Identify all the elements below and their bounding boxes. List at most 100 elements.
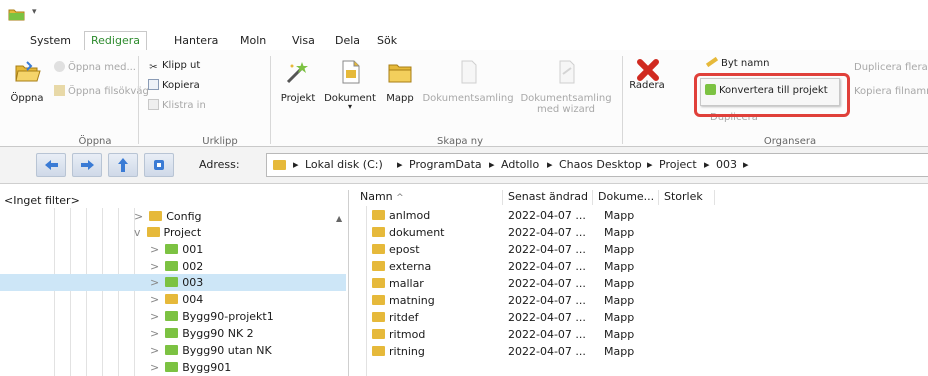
folder-app-icon[interactable]	[8, 6, 26, 22]
paste-button[interactable]: Klistra in	[148, 98, 206, 114]
open-path-button[interactable]: Öppna filsökväg	[54, 84, 149, 100]
crumb-project[interactable]: Project	[659, 158, 697, 171]
crumb-separator: ▸	[704, 158, 710, 171]
document-icon	[342, 60, 360, 84]
column-type[interactable]: Dokume...	[598, 190, 654, 203]
group-label-oppna: Öppna	[78, 136, 112, 147]
project-wand-icon	[286, 62, 308, 84]
column-modified[interactable]: Senast ändrad	[508, 190, 588, 203]
tree-item-bygg90-projekt1[interactable]: > Bygg90-projekt1	[150, 308, 274, 325]
project-folder-icon	[165, 311, 179, 321]
tree-item-config[interactable]: > Config	[134, 208, 202, 225]
copy-button[interactable]: Kopiera	[148, 78, 200, 94]
file-row[interactable]: externa 2022-04-07 ... Mapp	[352, 259, 712, 274]
file-row[interactable]: matning 2022-04-07 ... Mapp	[352, 293, 712, 308]
file-row[interactable]: mallar 2022-04-07 ... Mapp	[352, 276, 712, 291]
expander-icon[interactable]: >	[150, 293, 159, 306]
tab-redigera[interactable]: Redigera	[84, 31, 147, 51]
crumb-programdata[interactable]: ProgramData	[409, 158, 482, 171]
tree-item-bygg90-nk-2[interactable]: > Bygg90 NK 2	[150, 325, 254, 342]
tree-item-project[interactable]: v Project	[134, 224, 201, 241]
doc-wizard-label-1: Dokumentsamling	[520, 93, 612, 104]
file-row[interactable]: dokument 2022-04-07 ... Mapp	[352, 225, 712, 240]
crumb-separator: ▸	[743, 158, 749, 171]
expander-icon[interactable]: >	[150, 361, 159, 374]
project-folder-icon	[165, 277, 179, 287]
tree-guide	[54, 208, 55, 376]
new-folder-button[interactable]: Mapp	[382, 58, 418, 104]
expander-icon[interactable]: v	[134, 226, 141, 239]
open-folder-icon	[146, 227, 160, 237]
new-doc-collection-button[interactable]: Dokumentsamling	[422, 58, 514, 104]
tree-item-bygg90-utan-nk[interactable]: > Bygg90 utan NK	[150, 342, 272, 359]
tree-item-001[interactable]: >001	[150, 241, 203, 258]
tab-sok[interactable]: Sök	[377, 32, 397, 50]
project-folder-icon	[165, 261, 179, 271]
crumb-separator: ▸	[397, 158, 403, 171]
crumb-separator: ▸	[547, 158, 553, 171]
rename-button[interactable]: Byt namn	[705, 56, 769, 72]
file-row[interactable]: ritdef 2022-04-07 ... Mapp	[352, 310, 712, 325]
duplicate-multiple-button[interactable]: Duplicera flera	[854, 60, 928, 76]
new-document-button[interactable]: Dokument ▾	[322, 58, 378, 111]
crumb-lokal-disk[interactable]: Lokal disk (C:)	[305, 158, 383, 171]
column-size[interactable]: Storlek	[664, 190, 703, 203]
column-name[interactable]: Namn ^	[360, 190, 404, 203]
file-row[interactable]: anlmod 2022-04-07 ... Mapp	[352, 208, 712, 223]
expander-icon[interactable]: >	[150, 260, 159, 273]
document-dropdown-icon: ▾	[347, 102, 352, 111]
refresh-icon	[154, 160, 164, 170]
expander-icon[interactable]: >	[150, 276, 159, 289]
tab-visa[interactable]: Visa	[292, 32, 315, 50]
group-label-organsera: Organsera	[763, 136, 817, 147]
file-row[interactable]: epost 2022-04-07 ... Mapp	[352, 242, 712, 257]
expander-icon[interactable]: >	[150, 243, 159, 256]
folder-label: Mapp	[386, 93, 414, 104]
tree-filter[interactable]: <Inget filter>	[4, 192, 80, 209]
refresh-button[interactable]	[144, 153, 174, 177]
tree-item-002[interactable]: >002	[150, 258, 203, 275]
folder-icon	[149, 211, 163, 221]
pencil-icon	[705, 56, 719, 68]
tab-system[interactable]: System	[30, 32, 71, 50]
copy-filename-button[interactable]: Kopiera filnamn	[854, 84, 928, 100]
file-row[interactable]: ritning 2022-04-07 ... Mapp	[352, 344, 712, 359]
forward-button[interactable]	[72, 153, 102, 177]
tab-moln[interactable]: Moln	[240, 32, 266, 50]
cut-button[interactable]: ✂ Klipp ut	[148, 58, 200, 74]
project-folder-icon	[165, 362, 179, 372]
folder-icon	[372, 295, 385, 305]
folder-icon	[372, 227, 385, 237]
doc-collection-icon	[461, 60, 477, 84]
tab-dela[interactable]: Dela	[335, 32, 360, 50]
expander-icon[interactable]: >	[150, 327, 159, 340]
address-bar[interactable]: ▸ Lokal disk (C:) ▸ ProgramData ▸ Adtoll…	[266, 153, 928, 177]
open-with-icon	[54, 61, 65, 72]
expander-icon[interactable]: >	[134, 210, 143, 223]
tree-item-bygg901[interactable]: > Bygg901	[150, 359, 231, 376]
tab-hantera[interactable]: Hantera	[174, 32, 218, 50]
new-project-button[interactable]: Projekt	[276, 58, 320, 104]
sort-icon: ^	[396, 193, 404, 203]
folder-icon	[372, 312, 385, 322]
file-row[interactable]: ritmod 2022-04-07 ... Mapp	[352, 327, 712, 342]
crumb-adtollo[interactable]: Adtollo	[501, 158, 539, 171]
path-folder-icon	[54, 85, 65, 96]
new-doc-collection-wizard-button[interactable]: Dokumentsamling med wizard	[518, 58, 614, 115]
tree-guide	[102, 208, 103, 376]
tree-item-004[interactable]: >004	[150, 291, 203, 308]
back-button[interactable]	[36, 153, 66, 177]
tree-item-003[interactable]: >003	[150, 274, 203, 291]
open-with-button[interactable]: Öppna med...	[54, 60, 136, 76]
tree-scroll-up-icon[interactable]: ▲	[336, 214, 342, 223]
qat-overflow-icon[interactable]: ▾	[32, 7, 37, 17]
crumb-003[interactable]: 003	[716, 158, 737, 171]
expander-icon[interactable]: >	[150, 344, 159, 357]
folder-icon	[388, 64, 412, 83]
expander-icon[interactable]: >	[150, 310, 159, 323]
group-separator	[622, 56, 623, 144]
crumb-chaos-desktop[interactable]: Chaos Desktop	[559, 158, 642, 171]
header-divider	[502, 190, 503, 205]
up-button[interactable]	[108, 153, 138, 177]
open-button[interactable]: Öppna	[6, 58, 48, 104]
